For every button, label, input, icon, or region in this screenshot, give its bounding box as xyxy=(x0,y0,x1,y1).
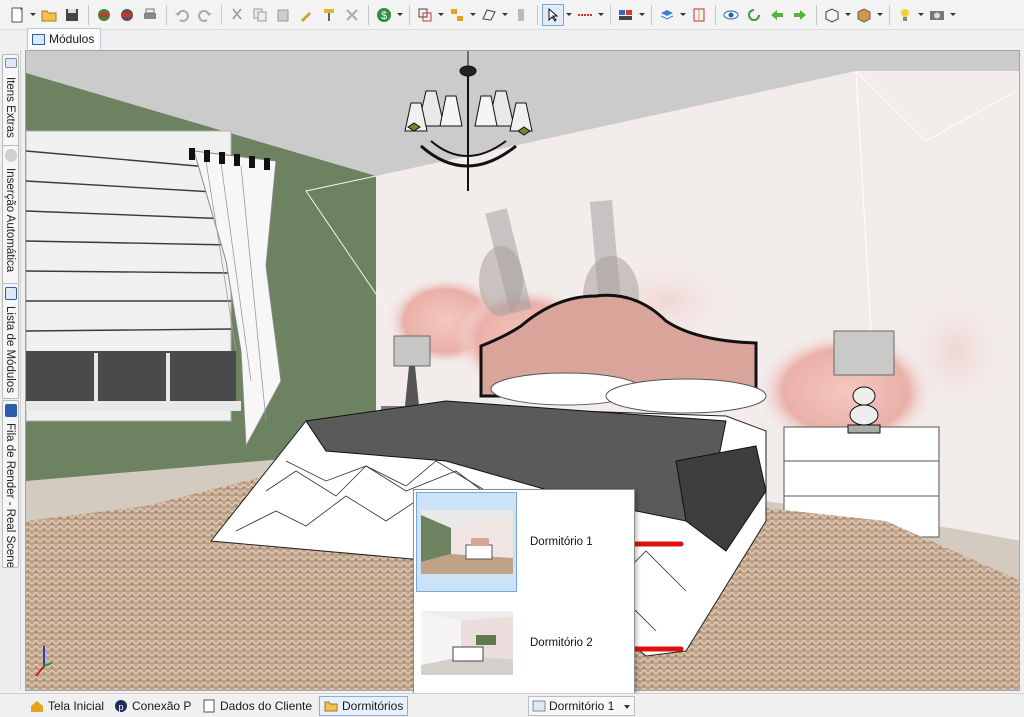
light-dropdown[interactable] xyxy=(917,4,924,26)
measure-icon[interactable] xyxy=(574,4,596,26)
tab-dormitorios-label: Dormitórios xyxy=(342,699,404,713)
side-tab-itens-extras-label: Itens Extras xyxy=(4,77,16,138)
shape-icon[interactable] xyxy=(478,4,500,26)
copy-icon[interactable] xyxy=(249,4,271,26)
svg-text:p: p xyxy=(118,702,123,712)
tab-tela-inicial[interactable]: Tela Inicial xyxy=(26,696,108,716)
extras-icon xyxy=(5,58,17,68)
environment-thumbnail-1 xyxy=(416,492,517,592)
environment-thumbnail-2 xyxy=(417,594,516,692)
camera-icon[interactable] xyxy=(926,4,948,26)
arrow-left-icon[interactable] xyxy=(766,4,788,26)
tab-modulos-label: Módulos xyxy=(49,32,95,46)
side-tab-fila-de-render[interactable]: Fila de Render - Real Scene xyxy=(2,400,19,568)
environment-item-2[interactable]: Dormitório 2 xyxy=(414,593,634,693)
environment-icon xyxy=(532,699,546,713)
box-dropdown[interactable] xyxy=(876,4,883,26)
layers-icon[interactable] xyxy=(414,4,436,26)
modules-icon xyxy=(32,33,45,45)
document-icon xyxy=(202,699,216,713)
side-tab-fila-de-render-label: Fila de Render - Real Scene xyxy=(4,423,16,568)
tab-dados-do-cliente[interactable]: Dados do Cliente xyxy=(198,696,316,716)
camera-dropdown[interactable] xyxy=(949,4,956,26)
cut-icon[interactable] xyxy=(226,4,248,26)
panel-icon[interactable] xyxy=(510,4,532,26)
stack-icon[interactable] xyxy=(656,4,678,26)
environments-popup: Dormitório 1 Dormitório 2 xyxy=(413,489,635,695)
connection-icon: p xyxy=(114,699,128,713)
side-tab-insercao-automatica-label: Inserção Automática xyxy=(4,168,16,273)
paste-icon[interactable] xyxy=(272,4,294,26)
svg-text:$: $ xyxy=(381,10,387,22)
side-panel: Itens Extras Inserção Automática Lista d… xyxy=(0,50,21,690)
cube-view-dropdown[interactable] xyxy=(844,4,851,26)
light-icon[interactable] xyxy=(894,4,916,26)
delete-icon[interactable] xyxy=(341,4,363,26)
folder-icon xyxy=(324,699,338,713)
environment-item-1[interactable]: Dormitório 1 xyxy=(414,492,634,592)
tab-dados-do-cliente-label: Dados do Cliente xyxy=(220,699,313,713)
money-dropdown[interactable] xyxy=(396,4,403,26)
rotate-left-icon[interactable] xyxy=(743,4,765,26)
redo-icon[interactable] xyxy=(194,4,216,26)
tab-modulos[interactable]: Módulos xyxy=(27,28,102,49)
gear-icon xyxy=(5,149,17,162)
cube-view-icon[interactable] xyxy=(821,4,843,26)
chevron-down-icon xyxy=(624,705,630,709)
measure-dropdown[interactable] xyxy=(597,4,604,26)
bottom-tab-bar: Tela Inicial p Conexão P Dados do Client… xyxy=(0,693,1024,717)
tab-dormitorios[interactable]: Dormitórios xyxy=(319,696,409,716)
save-icon[interactable] xyxy=(61,4,83,26)
environment-label-1: Dormitório 1 xyxy=(530,536,593,548)
open-folder-icon[interactable] xyxy=(38,4,60,26)
tab-conexao-p[interactable]: p Conexão P xyxy=(110,696,195,716)
paint-brush-icon[interactable] xyxy=(295,4,317,26)
environment-label-2: Dormitório 2 xyxy=(530,637,593,649)
select-dropdown[interactable] xyxy=(565,4,572,26)
undo-icon[interactable] xyxy=(171,4,193,26)
mirror-icon[interactable] xyxy=(688,4,710,26)
environment-select[interactable]: Dormitório 1 xyxy=(528,696,635,716)
layers-dropdown[interactable] xyxy=(437,4,444,26)
shape-dropdown[interactable] xyxy=(501,4,508,26)
environment-select-value: Dormitório 1 xyxy=(549,699,615,713)
roller-icon[interactable] xyxy=(318,4,340,26)
new-dropdown[interactable] xyxy=(29,4,36,26)
color-dropdown[interactable] xyxy=(638,4,645,26)
align-dropdown[interactable] xyxy=(469,4,476,26)
stack-dropdown[interactable] xyxy=(679,4,686,26)
main-toolbar: $ xyxy=(0,0,1024,30)
arrow-right-icon[interactable] xyxy=(789,4,811,26)
render-alt-icon[interactable] xyxy=(116,4,138,26)
side-tab-lista-de-modulos-label: Lista de Módulos xyxy=(4,306,16,393)
align-icon[interactable] xyxy=(446,4,468,26)
render-icon[interactable] xyxy=(93,4,115,26)
tab-tela-inicial-label: Tela Inicial xyxy=(48,699,105,713)
color-icon[interactable] xyxy=(615,4,637,26)
render-queue-icon xyxy=(5,404,17,417)
print-icon[interactable] xyxy=(139,4,161,26)
select-cursor-icon[interactable] xyxy=(542,3,564,26)
new-icon[interactable] xyxy=(6,4,28,26)
box-icon[interactable] xyxy=(853,4,875,26)
home-icon xyxy=(30,699,44,713)
eye-icon[interactable] xyxy=(720,4,742,26)
list-icon xyxy=(5,287,17,300)
money-icon[interactable]: $ xyxy=(373,4,395,26)
side-tab-insercao-automatica[interactable]: Inserção Automática xyxy=(2,145,19,284)
side-tab-itens-extras[interactable]: Itens Extras xyxy=(2,54,19,148)
side-tab-lista-de-modulos[interactable]: Lista de Módulos xyxy=(2,283,19,399)
tab-conexao-p-label: Conexão P xyxy=(132,699,192,713)
